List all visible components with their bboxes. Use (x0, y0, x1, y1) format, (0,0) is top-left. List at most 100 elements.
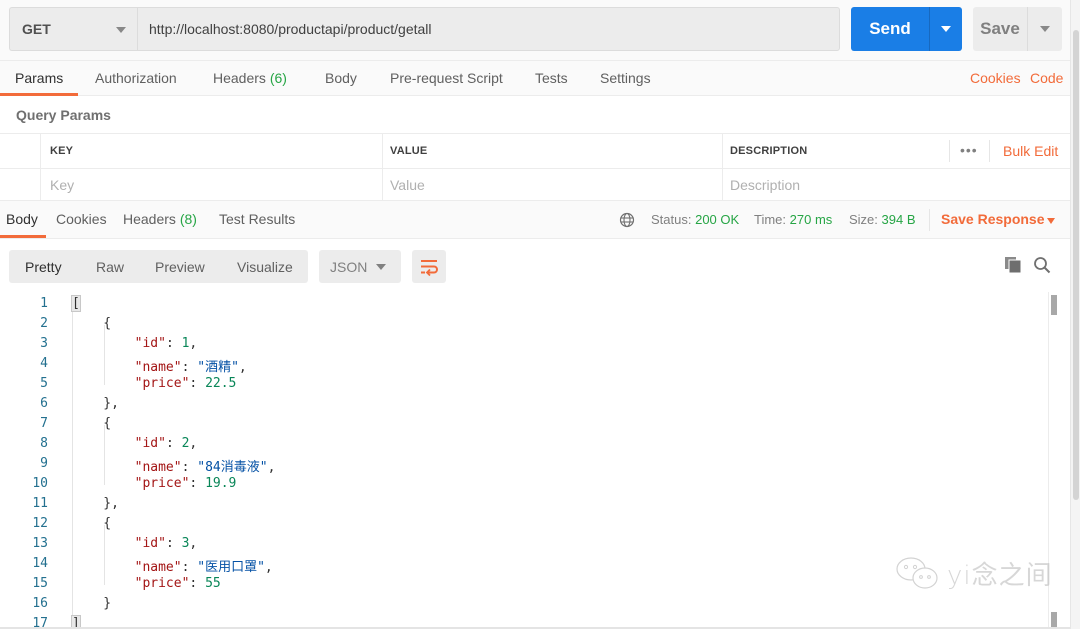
code-line: "price": 22.5 (72, 376, 237, 391)
copy-icon[interactable] (1004, 256, 1022, 274)
view-pretty-button[interactable]: Pretty (25, 259, 62, 275)
line-number: 2 (40, 316, 48, 331)
json-value: 22.5 (205, 376, 237, 391)
description-input[interactable] (730, 170, 1050, 200)
tab-response-body[interactable]: Body (6, 211, 38, 227)
bulk-edit-link[interactable]: Bulk Edit (1003, 143, 1058, 159)
code-line: "id": 2, (72, 436, 198, 451)
status-value: 200 OK (695, 212, 740, 227)
tab-body[interactable]: Body (325, 70, 357, 86)
colon: : (165, 436, 182, 451)
headers-count: (8) (179, 211, 197, 227)
colon: : (165, 336, 182, 351)
code-line: "price": 19.9 (72, 476, 237, 491)
line-number: 1 (40, 296, 48, 311)
line-number: 3 (40, 336, 48, 351)
tab-tests[interactable]: Tests (535, 70, 568, 86)
tab-settings[interactable]: Settings (600, 70, 651, 86)
editor-scrollbar-thumb[interactable] (1051, 295, 1057, 315)
code-line: "name": "酒精", (72, 356, 247, 375)
status-readout: Status: 200 OK (651, 212, 739, 227)
comma: , (189, 336, 198, 351)
tab-response-headers[interactable]: Headers (8) (123, 211, 197, 227)
line-number: 7 (40, 416, 48, 431)
size-value: 394 B (881, 212, 916, 227)
brace: { (72, 516, 112, 531)
json-key: "id" (134, 336, 166, 351)
brace: { (72, 416, 112, 431)
code-line: "name": "医用口罩", (72, 556, 273, 575)
code-line: }, (72, 396, 119, 411)
code-line: "price": 55 (72, 576, 221, 591)
more-options-icon[interactable]: ••• (960, 142, 978, 158)
json-value: 19.9 (205, 476, 237, 491)
save-options-button[interactable] (1027, 7, 1062, 51)
chevron-down-icon[interactable] (1047, 218, 1055, 224)
send-button[interactable]: Send (851, 7, 929, 51)
json-value: "84消毒液" (197, 460, 268, 475)
line-number: 4 (40, 356, 48, 371)
comma: , (189, 536, 198, 551)
tab-label: Headers (213, 70, 266, 86)
colon: : (189, 376, 206, 391)
size-readout: Size: 394 B (849, 212, 916, 227)
wrap-lines-button[interactable] (412, 250, 446, 283)
comma: , (264, 560, 273, 575)
code-line: }, (72, 496, 119, 511)
line-number: 6 (40, 396, 48, 411)
colon: : (189, 476, 206, 491)
description-header: DESCRIPTION (730, 145, 808, 157)
divider (989, 140, 990, 162)
tab-headers[interactable]: Headers (6) (213, 70, 287, 86)
chevron-down-icon (1040, 26, 1050, 32)
colon: : (181, 560, 198, 575)
line-number: 10 (32, 476, 48, 491)
view-visualize-button[interactable]: Visualize (237, 259, 293, 275)
url-input[interactable] (137, 7, 840, 51)
time-label: Time: (754, 212, 787, 227)
divider (949, 140, 950, 162)
chevron-down-icon (116, 27, 126, 33)
headers-count: (6) (269, 70, 287, 86)
tab-authorization[interactable]: Authorization (95, 70, 177, 86)
send-options-button[interactable] (929, 7, 962, 51)
json-value: "医用口罩" (197, 560, 265, 575)
cookies-link[interactable]: Cookies (970, 70, 1021, 86)
save-response-button[interactable]: Save Response (941, 211, 1045, 227)
time-readout: Time: 270 ms (754, 212, 832, 227)
query-params-title: Query Params (16, 107, 111, 123)
save-button[interactable]: Save (973, 7, 1027, 51)
chevron-down-icon (941, 26, 951, 32)
language-select[interactable]: JSON (319, 250, 401, 283)
size-label: Size: (849, 212, 878, 227)
value-input[interactable] (390, 170, 710, 200)
key-header: KEY (50, 145, 74, 157)
active-tab-indicator (0, 93, 78, 96)
search-icon[interactable] (1033, 256, 1051, 274)
key-input[interactable] (50, 170, 370, 200)
key-column: KEY (40, 134, 382, 202)
json-key: "price" (134, 476, 190, 491)
page-scrollbar-thumb[interactable] (1073, 30, 1079, 500)
view-raw-button[interactable]: Raw (96, 259, 124, 275)
view-preview-button[interactable]: Preview (155, 259, 205, 275)
code-line: { (72, 516, 111, 531)
status-label: Status: (651, 212, 692, 227)
code-link[interactable]: Code (1030, 70, 1063, 86)
watermark-text: yi念之间 (947, 561, 1053, 591)
tab-response-cookies[interactable]: Cookies (56, 211, 107, 227)
tab-label: Authorization (95, 70, 177, 86)
tab-pre-request-script[interactable]: Pre-request Script (390, 70, 503, 86)
json-key: "id" (134, 436, 166, 451)
tab-label: Pre-request Script (390, 70, 503, 86)
tab-params[interactable]: Params (15, 70, 63, 86)
tab-test-results[interactable]: Test Results (219, 211, 295, 227)
brace: }, (72, 396, 119, 411)
watermark: yi念之间 (895, 555, 1053, 592)
method-select[interactable]: GET (9, 7, 138, 51)
